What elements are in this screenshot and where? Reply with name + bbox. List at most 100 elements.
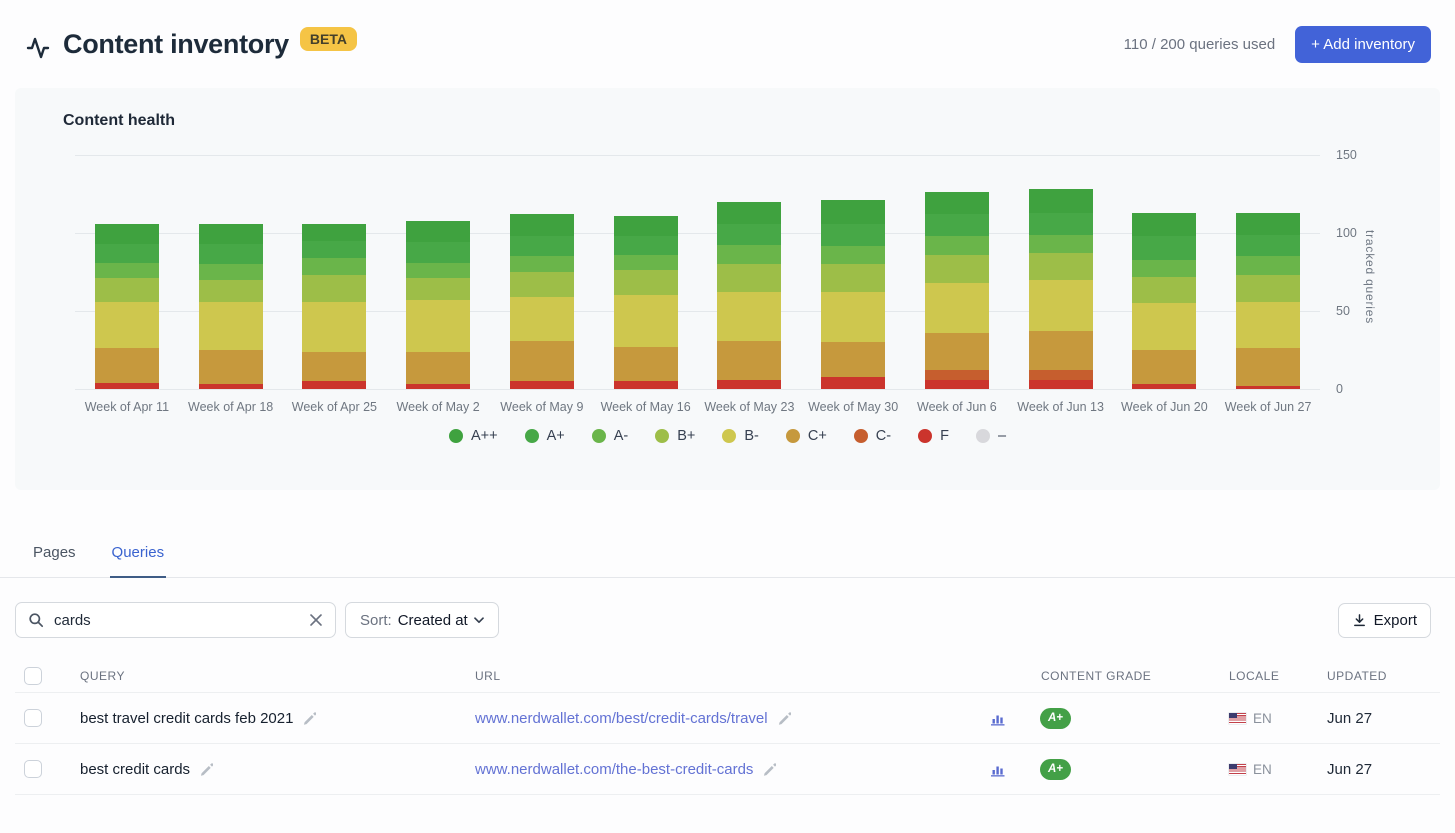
chart-bar-segment[interactable]	[1028, 253, 1093, 280]
search-box[interactable]	[15, 602, 336, 638]
chart-bar-segment[interactable]	[1028, 370, 1093, 380]
chart-bar-segment[interactable]	[821, 223, 886, 246]
chart-bar-segment[interactable]	[717, 245, 782, 265]
chart-bar-segment[interactable]	[1132, 276, 1197, 304]
select-all-checkbox[interactable]	[24, 666, 42, 685]
chart-bar-segment[interactable]	[924, 282, 989, 333]
chart-bar-segment[interactable]	[1028, 379, 1093, 389]
chart-bar-segment[interactable]	[94, 243, 159, 263]
chart-bar-segment[interactable]	[302, 223, 367, 241]
chart-bar-segment[interactable]	[94, 348, 159, 383]
edit-query-icon[interactable]	[302, 711, 317, 725]
chart-bar-segment[interactable]	[924, 214, 989, 237]
url-link[interactable]: www.nerdwallet.com/the-best-credit-cards	[475, 761, 753, 778]
chart-bar-segment[interactable]	[302, 351, 367, 382]
chart-bar-segment[interactable]	[198, 350, 263, 385]
chart-bar-segment[interactable]	[1236, 234, 1301, 257]
chart-bar-segment[interactable]	[821, 200, 886, 224]
chart-bar[interactable]	[924, 192, 989, 389]
edit-url-icon[interactable]	[762, 762, 777, 776]
chart-bar-segment[interactable]	[1028, 212, 1093, 235]
chart-bar-segment[interactable]	[924, 192, 989, 215]
chart-bar-segment[interactable]	[198, 264, 263, 280]
chart-bar[interactable]	[613, 215, 678, 389]
chart-bar-segment[interactable]	[198, 384, 263, 389]
chart-bar-segment[interactable]	[198, 243, 263, 265]
chart-bar-segment[interactable]	[94, 278, 159, 302]
chart-bar-segment[interactable]	[406, 262, 471, 279]
chart-bar-segment[interactable]	[821, 245, 886, 265]
add-inventory-button[interactable]: + Add inventory	[1295, 25, 1431, 63]
chart-bar-segment[interactable]	[1132, 384, 1197, 389]
chart-bar-segment[interactable]	[1236, 348, 1301, 386]
chart-bar-segment[interactable]	[198, 301, 263, 351]
chart-bar[interactable]	[198, 223, 263, 389]
chart-bar-segment[interactable]	[924, 236, 989, 255]
chart-bar[interactable]	[406, 220, 471, 389]
chart-bar-segment[interactable]	[924, 332, 989, 371]
chart-bar-segment[interactable]	[717, 340, 782, 380]
chart-bar-segment[interactable]	[613, 236, 678, 255]
chart-bar-segment[interactable]	[1132, 259, 1197, 277]
chart-bar-segment[interactable]	[94, 382, 159, 389]
chart-bar-segment[interactable]	[406, 300, 471, 352]
chart-bar-segment[interactable]	[509, 381, 574, 389]
chart-bar[interactable]	[821, 200, 886, 389]
chart-bar-segment[interactable]	[406, 351, 471, 385]
chart-bar-segment[interactable]	[509, 272, 574, 297]
chart-bar-segment[interactable]	[1132, 212, 1197, 237]
row-checkbox[interactable]	[24, 709, 42, 727]
chart-bar-segment[interactable]	[1236, 385, 1301, 389]
chart-bar-segment[interactable]	[1132, 350, 1197, 385]
chart-bar-segment[interactable]	[1132, 303, 1197, 351]
chart-bar-segment[interactable]	[613, 295, 678, 347]
chart-bar[interactable]	[1236, 212, 1301, 389]
chart-bar-segment[interactable]	[613, 270, 678, 296]
chart-bar-segment[interactable]	[613, 346, 678, 382]
search-input[interactable]	[54, 611, 299, 629]
chart-bar-segment[interactable]	[1028, 189, 1093, 213]
chart-bar-segment[interactable]	[1236, 301, 1301, 349]
export-button[interactable]: Export	[1337, 602, 1431, 638]
chart-bar-segment[interactable]	[406, 278, 471, 301]
chart-bar-segment[interactable]	[302, 381, 367, 389]
chart-bar-segment[interactable]	[94, 223, 159, 244]
chart-bar-segment[interactable]	[198, 223, 263, 244]
chart-bar-segment[interactable]	[717, 292, 782, 341]
chart-bar-segment[interactable]	[717, 264, 782, 293]
edit-url-icon[interactable]	[777, 711, 791, 725]
chart-bar-segment[interactable]	[1236, 256, 1301, 276]
chart-bar-segment[interactable]	[924, 379, 989, 389]
chart-bar-segment[interactable]	[406, 242, 471, 263]
clear-search-icon[interactable]	[309, 613, 323, 627]
chart-bar-segment[interactable]	[1028, 234, 1093, 254]
chart-bar[interactable]	[509, 214, 574, 389]
chart-bar-segment[interactable]	[94, 262, 159, 279]
tab-queries[interactable]: Queries	[109, 538, 167, 578]
chart-bar[interactable]	[302, 223, 367, 389]
chart-bar-segment[interactable]	[1132, 236, 1197, 260]
chart-bar-segment[interactable]	[717, 379, 782, 389]
query-analytics-icon[interactable]	[990, 711, 1006, 726]
chart-bar-segment[interactable]	[509, 236, 574, 257]
chart-bar-segment[interactable]	[94, 301, 159, 349]
chart-bar-segment[interactable]	[924, 254, 989, 283]
chart-bar-segment[interactable]	[198, 279, 263, 302]
chart-bar-segment[interactable]	[302, 301, 367, 352]
chart-bar-segment[interactable]	[1028, 279, 1093, 332]
chart-bar-segment[interactable]	[509, 296, 574, 341]
chart-bar[interactable]	[94, 223, 159, 389]
chart-bar-segment[interactable]	[821, 342, 886, 377]
chart-bar-segment[interactable]	[1028, 331, 1093, 371]
chart-bar-segment[interactable]	[406, 384, 471, 389]
chart-bar[interactable]	[1028, 189, 1093, 389]
chart-bar-segment[interactable]	[509, 340, 574, 382]
row-checkbox[interactable]	[24, 760, 42, 778]
chart-bar-segment[interactable]	[406, 220, 471, 243]
query-analytics-icon[interactable]	[990, 762, 1006, 777]
chart-bar-segment[interactable]	[613, 215, 678, 237]
chart-bar-segment[interactable]	[821, 376, 886, 389]
chart-bar-segment[interactable]	[302, 275, 367, 302]
chart-bar-segment[interactable]	[509, 256, 574, 273]
chart-bar-segment[interactable]	[821, 292, 886, 343]
